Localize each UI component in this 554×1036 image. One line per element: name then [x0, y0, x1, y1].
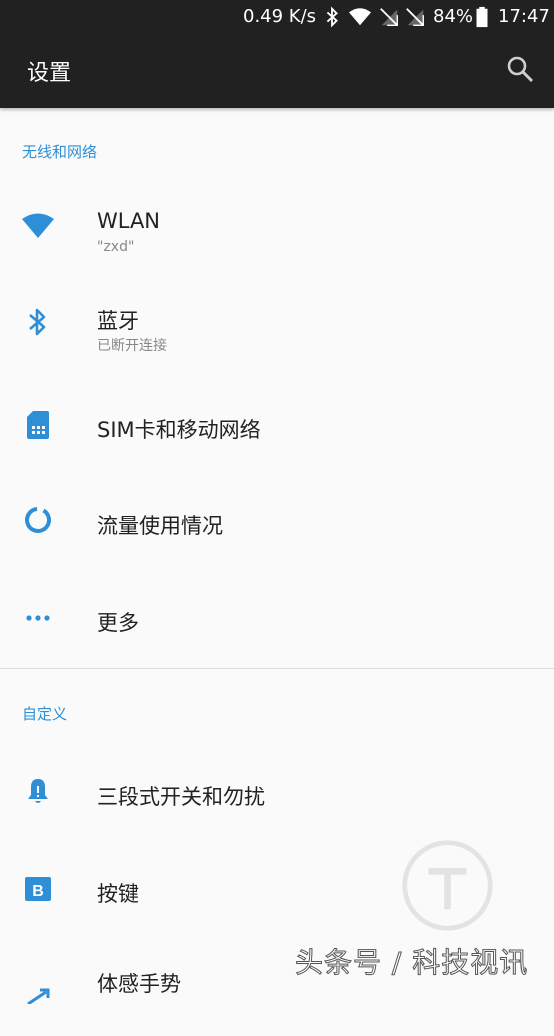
settings-item-title: 更多: [97, 611, 139, 635]
watermark-logo: [402, 840, 493, 931]
settings-item-title: 三段式开关和勿扰: [97, 785, 265, 809]
section-divider: [0, 668, 554, 669]
search-icon[interactable]: [505, 54, 535, 84]
status-bar: 0.49 K/s 84% 17:47: [0, 0, 554, 34]
settings-item-more[interactable]: 更多: [0, 571, 554, 667]
battery-icon: [476, 6, 488, 28]
settings-item-title: 流量使用情况: [97, 514, 223, 538]
data-usage-icon: [25, 507, 51, 533]
settings-item-title: 蓝牙: [97, 309, 139, 333]
sim2-no-signal-icon: [406, 8, 424, 26]
settings-item-title: SIM卡和移动网络: [97, 418, 261, 442]
network-speed: 0.49 K/s: [243, 6, 317, 27]
header: 0.49 K/s 84% 17:47 设置: [0, 0, 554, 108]
settings-item-data-usage[interactable]: 流量使用情况: [0, 474, 554, 570]
page-title: 设置: [27, 61, 72, 86]
bluetooth-icon: [326, 6, 338, 28]
bluetooth-icon: [29, 308, 46, 336]
buttons-b-icon: B: [25, 877, 51, 901]
settings-item-subtitle: 已断开连接: [97, 338, 167, 354]
settings-item-bluetooth[interactable]: 蓝牙 已断开连接: [0, 276, 554, 372]
settings-item-title: 体感手势: [97, 972, 181, 996]
sim-card-icon: [27, 411, 49, 439]
more-dots-icon: [26, 615, 50, 621]
battery-percentage: 84%: [433, 6, 474, 27]
settings-item-wlan[interactable]: WLAN "zxd": [0, 180, 554, 276]
svg-text:B: B: [32, 883, 44, 900]
watermark-text: 头条号 / 科技视讯: [294, 946, 529, 980]
section-header-wireless: 无线和网络: [22, 143, 98, 161]
wifi-signal-icon: [349, 8, 371, 26]
settings-item-sim[interactable]: SIM卡和移动网络: [0, 378, 554, 474]
clock: 17:47: [498, 6, 550, 27]
settings-item-alert-slider[interactable]: 三段式开关和勿扰: [0, 746, 554, 842]
sim1-no-signal-icon: [380, 8, 398, 26]
settings-item-title: 按键: [97, 882, 139, 906]
settings-item-subtitle: "zxd": [97, 239, 135, 255]
settings-item-title: WLAN: [97, 209, 161, 233]
bell-icon: [28, 779, 48, 803]
section-header-custom: 自定义: [22, 705, 68, 723]
gesture-icon: [27, 988, 50, 1004]
wifi-icon: [22, 213, 54, 238]
